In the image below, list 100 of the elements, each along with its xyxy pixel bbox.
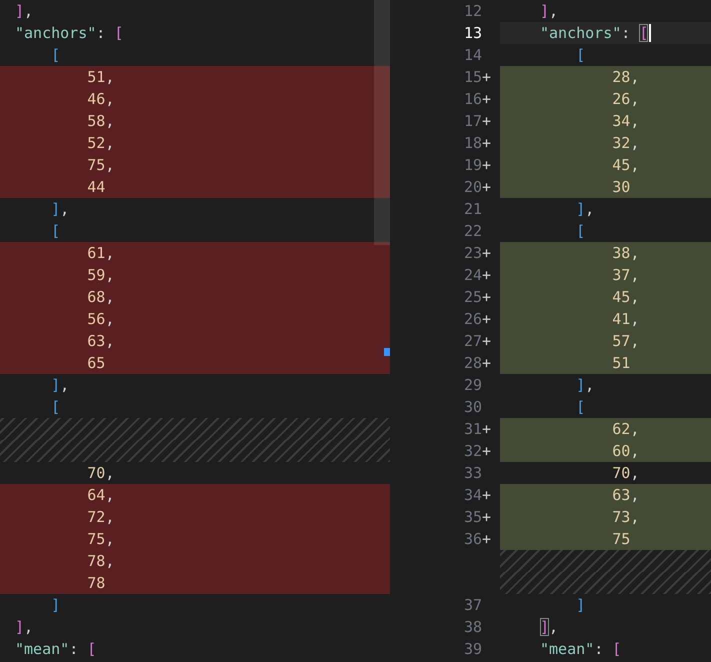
line-number: 39 [464, 639, 482, 660]
code-line: 72, [86, 507, 114, 528]
added-line-marker: + [482, 111, 492, 132]
code-line: 32, [611, 133, 640, 154]
code-line: 75, [86, 155, 114, 176]
code-line: [ [50, 45, 60, 66]
code-line: 51 [611, 353, 630, 374]
code-line: 65 [86, 353, 106, 374]
line-number: 19 [464, 155, 482, 176]
code-line: 78 [86, 573, 106, 594]
added-line-marker: + [482, 331, 492, 352]
line-number: 32 [464, 441, 482, 462]
code-line: 38, [611, 243, 640, 264]
code-line: 63, [86, 331, 114, 352]
code-line: 78, [86, 551, 114, 572]
code-line: 59, [86, 265, 114, 286]
code-line: 45, [611, 155, 640, 176]
code-line: 46, [86, 89, 114, 110]
line-number: 24 [464, 265, 482, 286]
code-line: [ [50, 397, 60, 418]
added-line-marker: + [482, 485, 492, 506]
code-line: [ [575, 45, 586, 66]
code-line: "mean": [ [15, 639, 96, 660]
line-number: 37 [464, 595, 482, 616]
code-line: 37, [611, 265, 640, 286]
code-line: ], [15, 617, 34, 638]
code-line: 45, [611, 287, 640, 308]
line-number: 18 [464, 133, 482, 154]
line-number: 28 [464, 353, 482, 374]
code-line: 63, [611, 485, 640, 506]
line-number: 15 [464, 67, 482, 88]
line-number: 30 [464, 397, 482, 418]
line-number: 35 [464, 507, 482, 528]
line-number: 14 [464, 45, 482, 66]
added-line-marker: + [482, 287, 492, 308]
line-number: 16 [464, 89, 482, 110]
line-number: 23 [464, 243, 482, 264]
text-cursor [649, 24, 652, 42]
line-number: 21 [464, 199, 482, 220]
added-line-marker: + [482, 243, 492, 264]
line-number: 26 [464, 309, 482, 330]
code-line: 75, [86, 529, 114, 550]
added-line-marker: + [482, 441, 492, 462]
code-line: 26, [611, 89, 640, 110]
code-line: 57, [611, 331, 640, 352]
code-line: 30 [611, 177, 630, 198]
code-line: 58, [86, 111, 114, 132]
code-line: 68, [86, 287, 114, 308]
line-number: 36 [464, 529, 482, 550]
code-line: ], [50, 375, 70, 396]
code-line: ], [575, 375, 594, 396]
code-line: 52, [86, 133, 114, 154]
line-number: 34 [464, 485, 482, 506]
line-number: 25 [464, 287, 482, 308]
code-line: 56, [86, 309, 114, 330]
line-number: 12 [464, 1, 482, 22]
line-number: 17 [464, 111, 482, 132]
code-line: "anchors": [ [15, 23, 124, 44]
code-line: 62, [611, 419, 640, 440]
code-line: ] [50, 595, 60, 616]
added-line-marker: + [482, 353, 492, 374]
code-line: 70, [611, 463, 640, 484]
code-line: 64, [86, 485, 114, 506]
line-number: 31 [464, 419, 482, 440]
added-line-marker: + [482, 89, 492, 110]
added-line-marker: + [482, 507, 492, 528]
code-line: "mean": [ [540, 639, 622, 660]
added-line-marker: + [482, 177, 492, 198]
scroll-marker [384, 348, 390, 356]
code-line: ], [575, 199, 594, 220]
code-line: "anchors": [ [540, 23, 648, 44]
code-line: 51, [86, 67, 114, 88]
code-line: 28, [611, 67, 640, 88]
code-line: [ [575, 221, 586, 242]
code-line: [ [50, 221, 60, 242]
code-line: 44 [86, 177, 106, 198]
added-line-marker: + [482, 155, 492, 176]
code-line: 73, [611, 507, 640, 528]
code-line: 41, [611, 309, 640, 330]
code-line: 60, [611, 441, 640, 462]
added-line-marker: + [482, 529, 492, 550]
scrollbar-thumb[interactable] [374, 0, 390, 245]
code-line: ], [50, 199, 70, 220]
code-line: ] [575, 595, 586, 616]
line-number: 38 [464, 617, 482, 638]
code-line: [ [575, 397, 586, 418]
added-line-marker: + [482, 133, 492, 154]
code-line: ], [15, 1, 34, 22]
line-number: 29 [464, 375, 482, 396]
line-number: 27 [464, 331, 482, 352]
added-line-marker: + [482, 309, 492, 330]
code-line: 70, [86, 463, 114, 484]
line-number: 20 [464, 177, 482, 198]
added-line-marker: + [482, 419, 492, 440]
code-line: 61, [86, 243, 114, 264]
code-line: 34, [611, 111, 640, 132]
added-line-marker: + [482, 67, 492, 88]
code-line: ], [540, 1, 558, 22]
code-line: 75 [611, 529, 630, 550]
line-number: 13 [464, 23, 482, 44]
